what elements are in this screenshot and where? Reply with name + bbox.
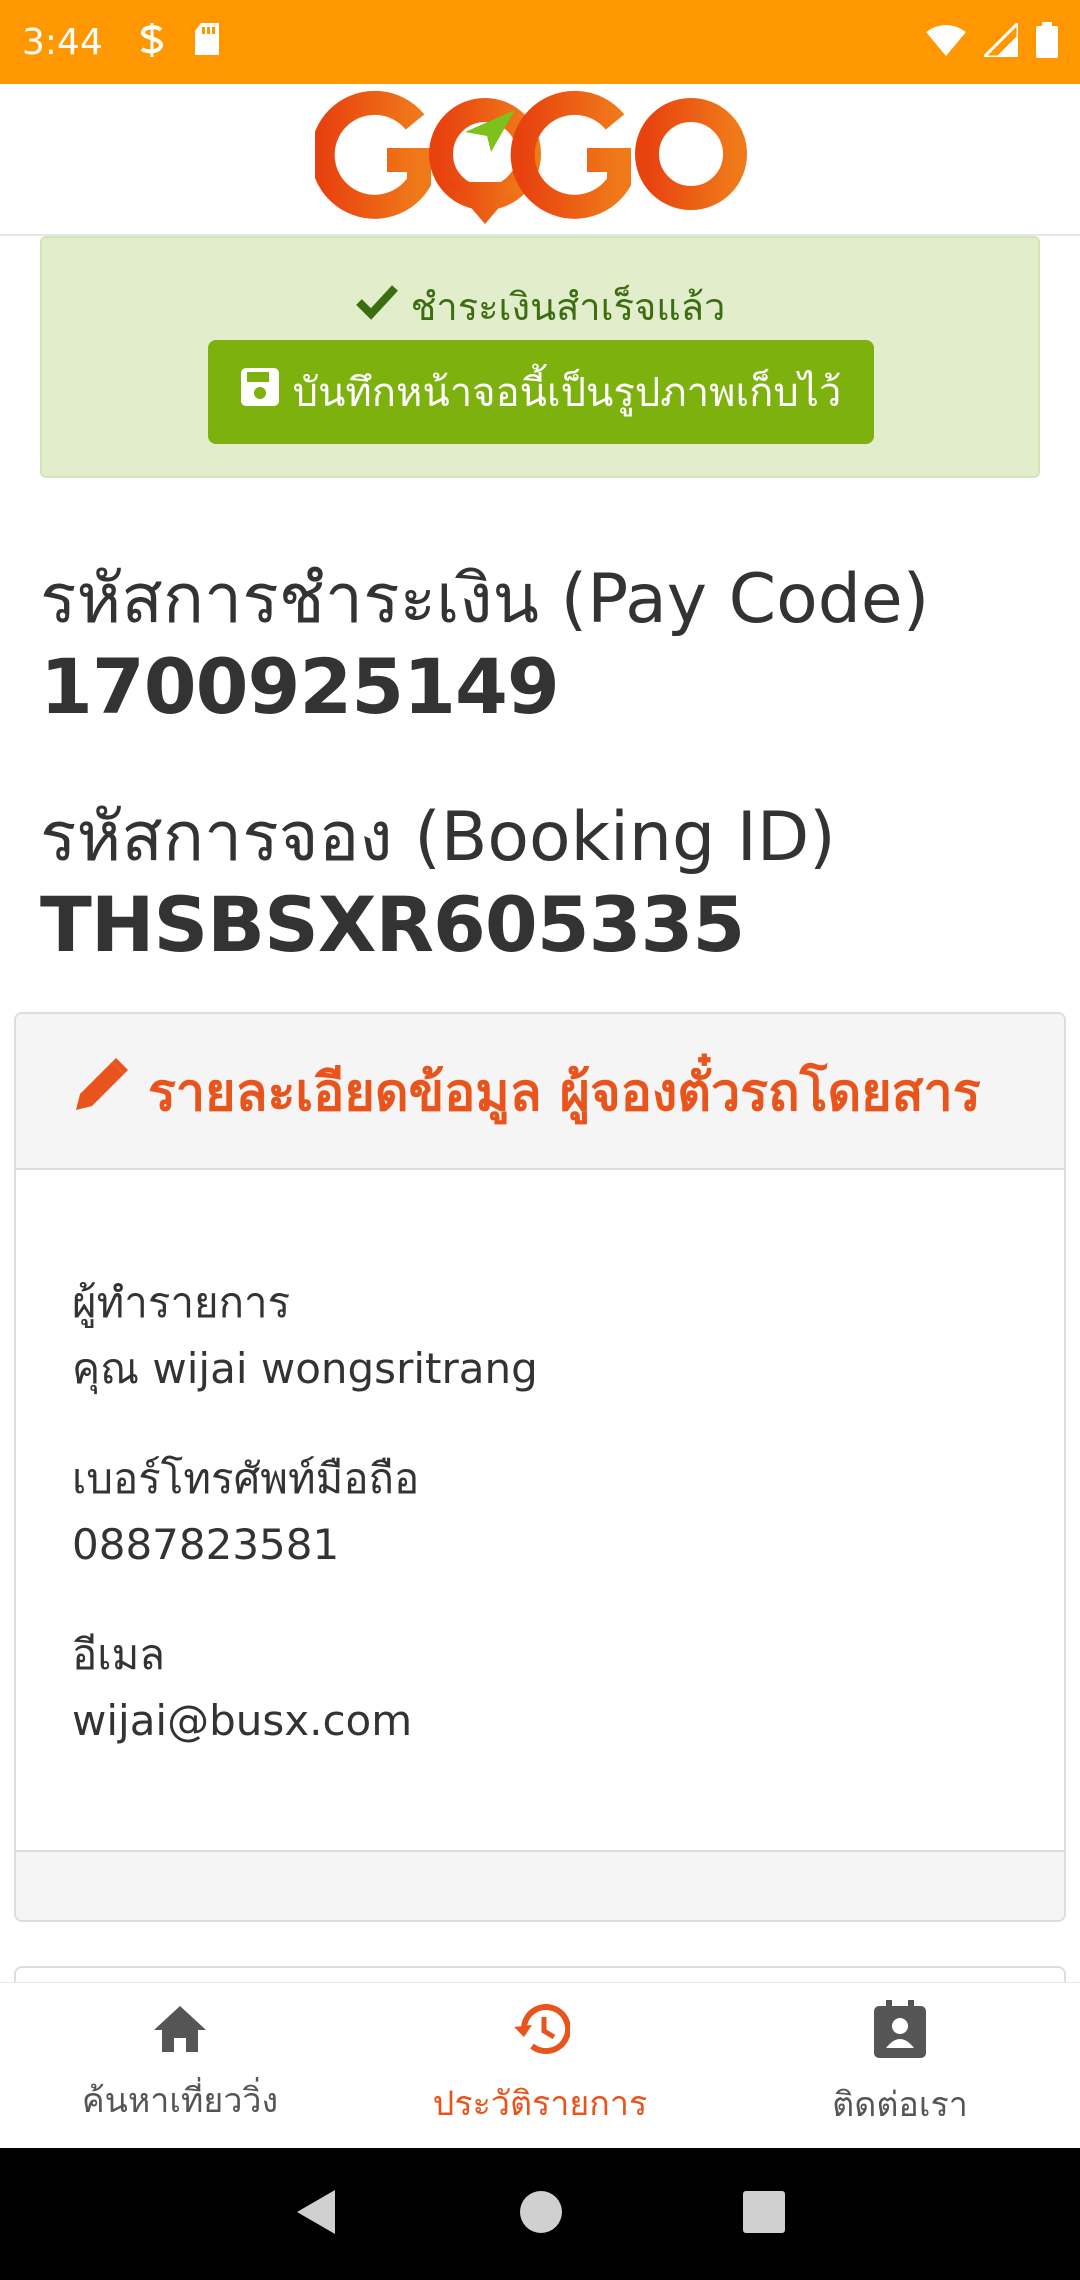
phone-field: เบอร์โทรศัพท์มือถือ 0887823581 xyxy=(72,1446,1008,1578)
field-value: 0887823581 xyxy=(72,1520,340,1569)
success-message: ชำระเงินสำเร็จแล้ว xyxy=(42,276,1038,337)
system-nav-bar xyxy=(0,2148,1080,2280)
home-button-icon[interactable] xyxy=(519,2190,563,2238)
card-footer xyxy=(16,1850,1064,1920)
booker-name-field: ผู้ทำรายการ คุณ wijai wongsritrang xyxy=(72,1270,1008,1402)
nav-history[interactable]: ประวัติรายการ xyxy=(360,1983,720,2148)
card-header: รายละเอียดข้อมูล ผู้จองตั๋วรถโดยสาร xyxy=(16,1014,1064,1170)
bottom-nav: ค้นหาเที่ยววิ่ง ประวัติรายการ ติดต่อเรา xyxy=(0,1982,1080,2148)
field-label: เบอร์โทรศัพท์มือถือ xyxy=(72,1454,420,1503)
sd-card-icon xyxy=(193,23,221,61)
status-bar: 3:44 xyxy=(0,0,1080,84)
back-icon[interactable] xyxy=(295,2188,339,2240)
field-label: อีเมล xyxy=(72,1630,166,1679)
check-icon xyxy=(355,284,399,329)
field-value: wijai@busx.com xyxy=(72,1696,413,1745)
payment-success-alert: ชำระเงินสำเร็จแล้ว บันทึกหน้าจอนี้เป็นรู… xyxy=(40,236,1040,478)
booking-id-label: รหัสการจอง (Booking ID) xyxy=(40,798,836,877)
card-body: ผู้ทำรายการ คุณ wijai wongsritrang เบอร์… xyxy=(16,1170,1064,1754)
pay-code-label: รหัสการชำระเงิน (Pay Code) xyxy=(40,560,930,639)
history-icon xyxy=(510,2001,571,2066)
card-title: รายละเอียดข้อมูล ผู้จองตั๋วรถโดยสาร xyxy=(148,1062,981,1123)
success-message-text: ชำระเงินสำเร็จแล้ว xyxy=(410,285,726,329)
field-value: คุณ wijai wongsritrang xyxy=(72,1344,538,1393)
app-header xyxy=(0,84,1080,236)
floppy-disk-icon xyxy=(240,368,279,416)
pencil-icon xyxy=(72,1056,130,1127)
contact-icon xyxy=(874,2000,926,2067)
nav-contact-us[interactable]: ติดต่อเรา xyxy=(720,1983,1080,2148)
signal-icon xyxy=(980,19,1020,61)
wifi-icon xyxy=(926,24,966,60)
pay-code-value: 1700925149 xyxy=(40,642,560,731)
booker-details-card: รายละเอียดข้อมูล ผู้จองตั๋วรถโดยสาร ผู้ท… xyxy=(14,1012,1066,1922)
save-button-label: บันทึกหน้าจอนี้เป็นรูปภาพเก็บไว้ xyxy=(292,370,842,416)
booking-id-section: รหัสการจอง (Booking ID) THSBSXR605335 xyxy=(40,796,836,970)
pay-code-section: รหัสการชำระเงิน (Pay Code) 1700925149 xyxy=(40,558,929,732)
gogo-logo[interactable] xyxy=(310,82,765,236)
s-notification-icon xyxy=(137,23,167,61)
recents-icon[interactable] xyxy=(743,2191,785,2237)
email-field: อีเมล wijai@busx.com xyxy=(72,1622,1008,1754)
save-screenshot-button[interactable]: บันทึกหน้าจอนี้เป็นรูปภาพเก็บไว้ xyxy=(208,340,874,444)
status-time: 3:44 xyxy=(22,21,103,63)
home-icon xyxy=(152,2004,208,2063)
nav-label: ติดต่อเรา xyxy=(832,2085,968,2125)
battery-icon xyxy=(1036,22,1058,62)
nav-label: ประวัติรายการ xyxy=(432,2084,648,2124)
nav-search-trips[interactable]: ค้นหาเที่ยววิ่ง xyxy=(0,1983,360,2148)
booking-id-value: THSBSXR605335 xyxy=(40,880,745,969)
field-label: ผู้ทำรายการ xyxy=(72,1278,291,1327)
nav-label: ค้นหาเที่ยววิ่ง xyxy=(81,2081,279,2121)
